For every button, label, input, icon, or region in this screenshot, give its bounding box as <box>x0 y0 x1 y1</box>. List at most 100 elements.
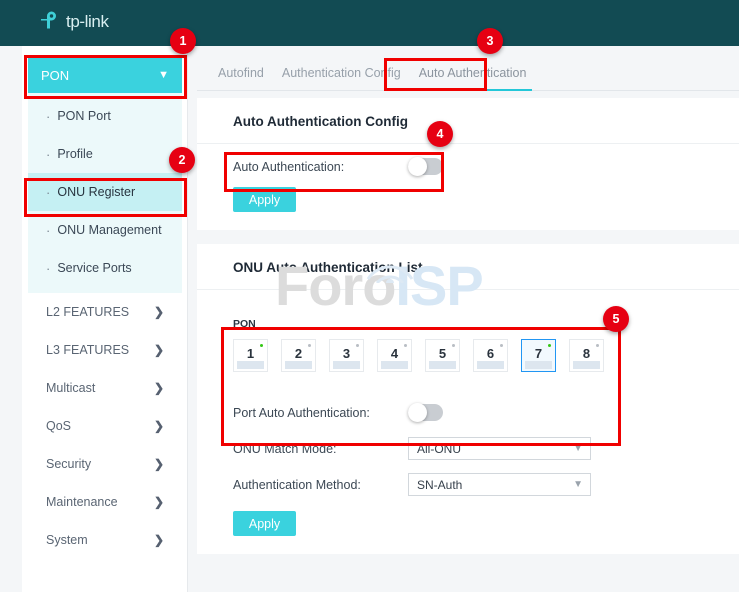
sidebar-group-label: Security <box>46 457 92 471</box>
port-status-led-icon <box>548 344 551 347</box>
sidebar-group-label: Maintenance <box>46 495 118 509</box>
sidebar-group-label: QoS <box>46 419 72 433</box>
chevron-right-icon: ❯ <box>153 381 164 395</box>
sidebar-group-label: L2 FEATURES <box>46 305 130 319</box>
sidebar-group-label: Multicast <box>46 381 96 395</box>
tab-auto-authentication[interactable]: Auto Authentication <box>410 66 536 91</box>
port-status-led-icon <box>308 344 311 347</box>
sidebar-group-security[interactable]: Security ❯ <box>28 445 182 483</box>
port-number: 7 <box>534 346 543 361</box>
brand-logo[interactable]: tp-link <box>37 9 109 35</box>
auto-authentication-toggle[interactable] <box>408 157 443 176</box>
port-number: 3 <box>342 346 351 361</box>
annotation-badge-1: 1 <box>170 28 196 54</box>
port-number: 4 <box>390 346 399 361</box>
port-auto-authentication-toggle[interactable] <box>408 403 443 422</box>
chevron-right-icon: ❯ <box>153 419 164 433</box>
chevron-right-icon: ❯ <box>153 343 164 357</box>
apply-button-list[interactable]: Apply <box>233 511 296 536</box>
panel-title: ONU Auto Authentication List <box>197 244 739 290</box>
onu-match-mode-value: All-ONU <box>417 441 461 456</box>
onu-match-mode-select[interactable]: All-ONU ▼ <box>408 437 591 460</box>
pon-port-5[interactable]: 5 <box>425 339 460 372</box>
port-indicator-bar <box>237 361 264 369</box>
chevron-down-icon: ▼ <box>158 69 169 81</box>
main-content: Autofind Authentication Config Auto Auth… <box>197 46 739 592</box>
pon-port-8[interactable]: 8 <box>569 339 604 372</box>
sidebar-item-service-ports[interactable]: · Service Ports <box>28 249 182 287</box>
port-indicator-bar <box>477 361 504 369</box>
port-number: 1 <box>246 346 255 361</box>
onu-match-mode-label: ONU Match Mode: <box>233 441 337 456</box>
panel-title: Auto Authentication Config <box>197 98 739 144</box>
sidebar-group-multicast[interactable]: Multicast ❯ <box>28 369 182 407</box>
port-status-led-icon <box>500 344 503 347</box>
chevron-right-icon: ❯ <box>153 533 164 547</box>
annotation-badge-3: 3 <box>477 28 503 54</box>
auto-authentication-label: Auto Authentication: <box>233 159 345 174</box>
pon-port-2[interactable]: 2 <box>281 339 316 372</box>
pon-port-3[interactable]: 3 <box>329 339 364 372</box>
tab-autofind[interactable]: Autofind <box>209 66 273 90</box>
pon-port-4[interactable]: 4 <box>377 339 412 372</box>
toggle-knob <box>408 157 427 176</box>
sidebar-group-l3-features[interactable]: L3 FEATURES ❯ <box>28 331 182 369</box>
sidebar-group-qos[interactable]: QoS ❯ <box>28 407 182 445</box>
authentication-method-label: Authentication Method: <box>233 477 361 492</box>
tab-label: Auto Authentication <box>418 66 527 80</box>
sidebar-group-l2-features[interactable]: L2 FEATURES ❯ <box>28 293 182 331</box>
port-indicator-bar <box>333 361 360 369</box>
port-status-led-icon <box>356 344 359 347</box>
onu-match-mode-row: ONU Match Mode: All-ONU ▼ <box>233 437 739 460</box>
tab-bar: Autofind Authentication Config Auto Auth… <box>197 46 739 91</box>
auto-authentication-row: Auto Authentication: <box>233 157 739 176</box>
auto-authentication-config-panel: Auto Authentication Config Auto Authenti… <box>197 98 739 230</box>
sidebar-item-label: Profile <box>57 147 93 161</box>
watermark-wifi-arc-icon <box>366 265 414 283</box>
pon-port-7[interactable]: 7 <box>521 339 556 372</box>
port-status-led-icon <box>404 344 407 347</box>
port-number: 5 <box>438 346 447 361</box>
sidebar-nav: PON ▼ · PON Port · Profile · ONU Registe… <box>22 46 188 592</box>
pon-port-6[interactable]: 6 <box>473 339 508 372</box>
sidebar-item-onu-register[interactable]: · ONU Register <box>28 173 182 211</box>
tp-link-logo-icon <box>37 9 63 35</box>
authentication-method-select[interactable]: SN-Auth ▼ <box>408 473 591 496</box>
sidebar-item-profile[interactable]: · Profile <box>28 135 182 173</box>
sidebar-group-label: L3 FEATURES <box>46 343 130 357</box>
sidebar-item-label: Service Ports <box>57 261 132 275</box>
port-indicator-bar <box>381 361 408 369</box>
onu-auto-authentication-list-panel: ONU Auto Authentication List PON 1 2 3 4… <box>197 244 739 554</box>
app-root: tp-link PON ▼ · PON Port · Profile · ONU… <box>0 0 739 592</box>
sidebar-item-onu-management[interactable]: · ONU Management <box>28 211 182 249</box>
sidebar-submenu-pon: · PON Port · Profile · ONU Register · ON… <box>28 93 182 293</box>
sidebar-group-maintenance[interactable]: Maintenance ❯ <box>28 483 182 521</box>
chevron-down-icon: ▼ <box>573 443 583 454</box>
port-auto-authentication-row: Port Auto Authentication: <box>233 403 739 422</box>
sidebar-group-system[interactable]: System ❯ <box>28 521 182 559</box>
sidebar-item-label: ONU Management <box>57 223 162 237</box>
port-number: 8 <box>582 346 591 361</box>
sidebar-item-pon-port[interactable]: · PON Port <box>28 97 182 135</box>
tab-label: Autofind <box>218 66 264 80</box>
chevron-right-icon: ❯ <box>153 457 164 471</box>
authentication-method-row: Authentication Method: SN-Auth ▼ <box>233 473 739 496</box>
sidebar-group-pon-label: PON <box>41 67 70 83</box>
pon-port-1[interactable]: 1 <box>233 339 268 372</box>
bullet-icon: · <box>46 260 51 276</box>
port-auto-authentication-label: Port Auto Authentication: <box>233 405 370 420</box>
apply-button-config[interactable]: Apply <box>233 187 296 212</box>
panel-body: PON 1 2 3 4 5 6 7 8 Port Auto Authentica… <box>197 290 739 554</box>
pon-header-label: PON <box>233 318 256 330</box>
sidebar-group-pon[interactable]: PON ▼ <box>28 57 182 93</box>
port-indicator-bar <box>429 361 456 369</box>
tab-authentication-config[interactable]: Authentication Config <box>273 66 410 90</box>
pon-port-list: 1 2 3 4 5 6 7 8 <box>233 339 739 372</box>
authentication-method-value: SN-Auth <box>417 477 463 492</box>
annotation-badge-4: 4 <box>427 121 453 147</box>
annotation-badge-2: 2 <box>169 147 195 173</box>
port-status-led-icon <box>452 344 455 347</box>
bullet-icon: · <box>46 222 51 238</box>
sidebar-item-label: PON Port <box>57 109 111 123</box>
port-number: 6 <box>486 346 495 361</box>
